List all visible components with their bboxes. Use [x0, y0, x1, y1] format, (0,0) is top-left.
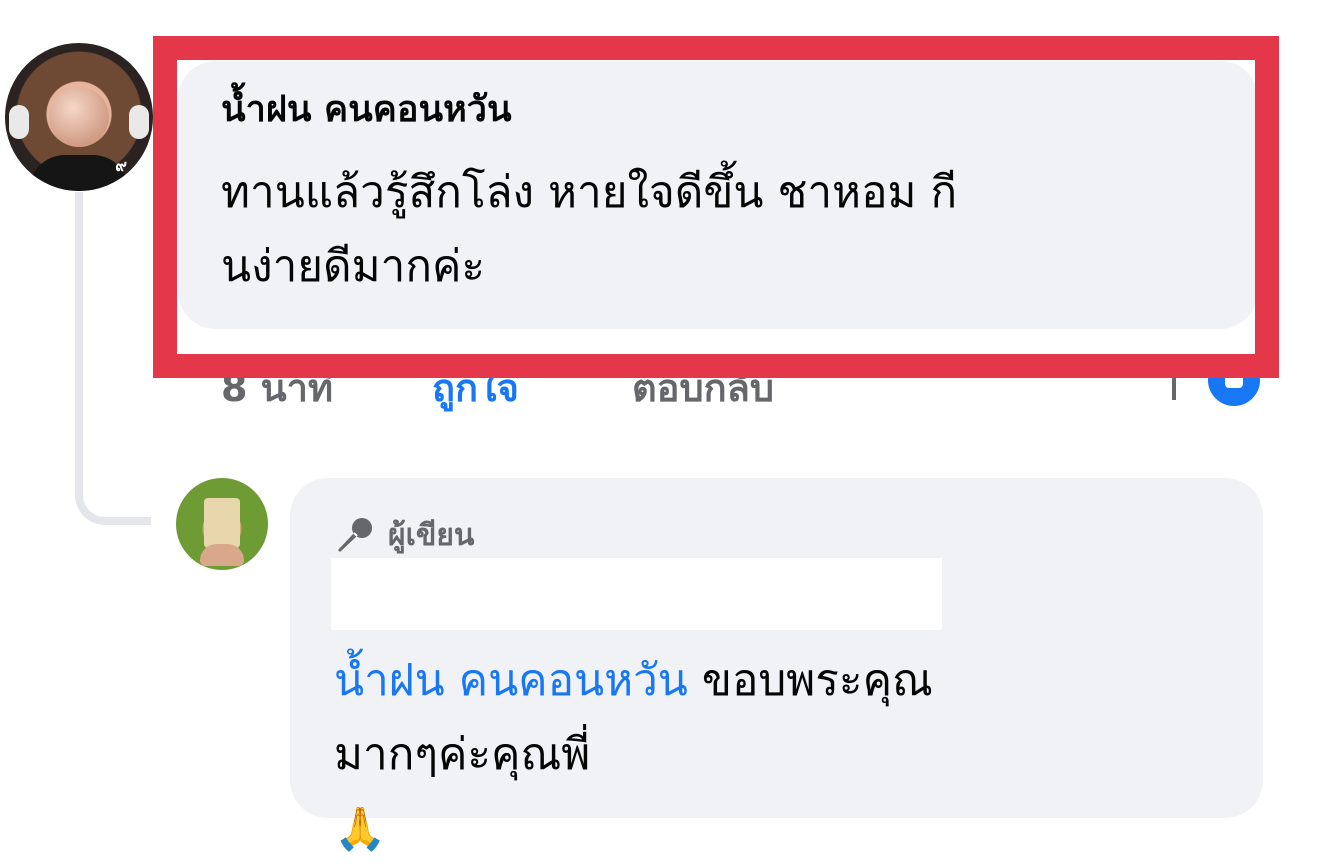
- avatar-badge-glyph: ๙: [115, 156, 127, 175]
- headphone-left: [9, 105, 29, 139]
- highlight-box: [153, 36, 1279, 378]
- avatar-shirt: [29, 155, 129, 191]
- reply-text: น้ำฝน คนคอนหวัน ขอบพระคุณ มากๆค่ะคุณพี่ …: [334, 644, 1234, 866]
- avatar-hand: [200, 544, 244, 566]
- redacted-author-name: [331, 558, 942, 630]
- microphone-icon: [338, 518, 372, 552]
- reply-text-line-2-body: มากๆค่ะคุณพี่: [334, 729, 591, 780]
- praying-hands-icon: 🙏: [334, 804, 387, 853]
- avatar-product-pack: [204, 498, 240, 548]
- reply-text-line-1: น้ำฝน คนคอนหวัน ขอบพระคุณ: [334, 644, 1234, 718]
- avatar-face: [49, 87, 109, 147]
- reply-text-line-1-body: ขอบพระคุณ: [687, 655, 933, 706]
- thread-connector-line: [75, 192, 151, 525]
- author-badge-label: ผู้เขียน: [388, 518, 475, 553]
- mention-link[interactable]: น้ำฝน คนคอนหวัน: [334, 655, 688, 706]
- commenter-avatar[interactable]: ๙: [5, 43, 153, 191]
- page-author-avatar[interactable]: [176, 478, 268, 570]
- author-badge: ผู้เขียน: [334, 514, 474, 558]
- reply-text-line-2: มากๆค่ะคุณพี่ 🙏: [334, 718, 1234, 866]
- headphone-right: [129, 105, 149, 139]
